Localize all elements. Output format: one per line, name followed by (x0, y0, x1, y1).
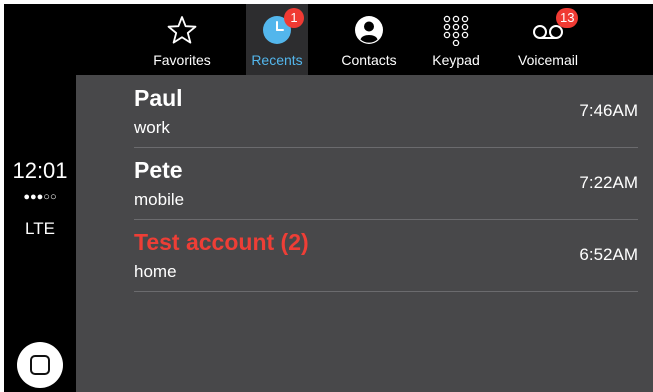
home-button[interactable] (17, 342, 63, 388)
recents-badge: 1 (284, 8, 304, 28)
call-time: 7:46AM (579, 101, 638, 120)
contact-icon (355, 16, 383, 44)
recent-call-row[interactable]: Paul work 7:46AM (134, 75, 638, 148)
call-time: 6:52AM (579, 245, 638, 264)
call-time: 7:22AM (579, 173, 638, 192)
tab-favorites[interactable]: Favorites (150, 4, 214, 75)
caller-number-type: work (134, 118, 170, 137)
tab-bar: Favorites 1 Recents Contacts Keypad 13 V… (76, 4, 653, 75)
caller-number-type: home (134, 262, 177, 281)
tab-label: Favorites (153, 52, 211, 68)
status-time: 12:01 (12, 158, 68, 183)
tab-contacts[interactable]: Contacts (334, 4, 404, 75)
caller-name: Pete (134, 157, 183, 183)
status-rail: 12:01 ●●●○○ LTE (4, 4, 76, 392)
tab-recents[interactable]: 1 Recents (246, 4, 308, 75)
network-type: LTE (25, 219, 55, 238)
home-square-icon (30, 355, 50, 375)
voicemail-badge: 13 (556, 8, 579, 28)
caller-name-missed: Test account (2) (134, 229, 309, 255)
tab-label: Keypad (432, 52, 480, 68)
recents-list: Paul work 7:46AM Pete mobile 7:22AM Test… (76, 75, 653, 392)
tab-keypad[interactable]: Keypad (424, 4, 488, 75)
recent-call-row[interactable]: Pete mobile 7:22AM (134, 147, 638, 220)
recent-call-row[interactable]: Test account (2) home 6:52AM (134, 219, 638, 292)
caller-number-type: mobile (134, 190, 185, 209)
keypad-icon (443, 15, 469, 46)
star-icon (167, 16, 197, 44)
tab-label: Recents (251, 52, 303, 68)
tab-label: Voicemail (518, 52, 578, 68)
signal-strength-icon: ●●●○○ (23, 191, 57, 203)
caller-name: Paul (134, 85, 183, 111)
carplay-screen: 12:01 ●●●○○ LTE Favorites 1 Recents Cont… (0, 0, 653, 392)
tab-label: Contacts (341, 52, 397, 68)
tab-voicemail[interactable]: 13 Voicemail (508, 4, 588, 75)
